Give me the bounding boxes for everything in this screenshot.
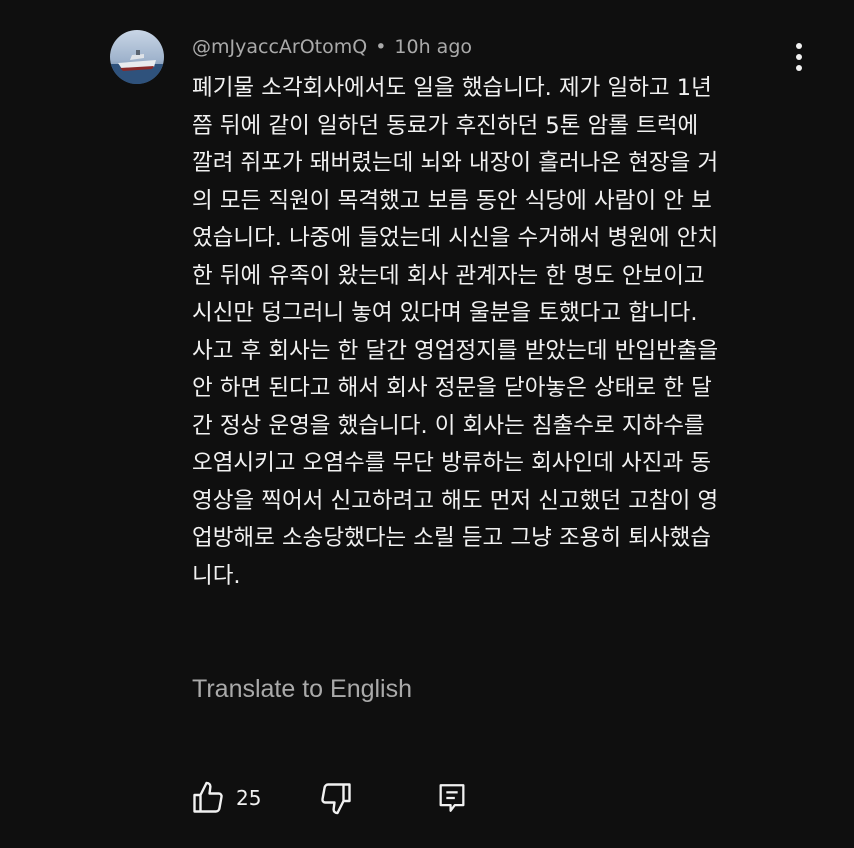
comment-header: @mJyaccArOtomQ • 10h ago	[192, 34, 472, 60]
avatar[interactable]	[110, 30, 164, 84]
reply-comment-icon	[439, 784, 465, 812]
ship-avatar-image	[110, 30, 164, 84]
dislike-button[interactable]	[318, 776, 354, 820]
more-actions-button[interactable]	[788, 40, 810, 74]
thumbs-up-icon	[193, 781, 223, 813]
translate-button[interactable]: Translate to English	[192, 672, 412, 706]
author-name[interactable]: @mJyaccArOtomQ	[192, 36, 367, 58]
meta-separator: •	[375, 36, 387, 58]
like-count: 25	[236, 786, 262, 810]
comment-thread: @mJyaccArOtomQ • 10h ago 폐기물 소각회사에서도 일을 했습…	[0, 0, 854, 848]
like-button[interactable]: 25	[190, 776, 261, 820]
reply-button[interactable]	[435, 776, 469, 820]
comment-timestamp[interactable]: 10h ago	[394, 36, 472, 58]
comment-text: 폐기물 소각회사에서도 일을 했습니다. 제가 일하고 1년 쯤 뒤에 같이 일…	[192, 75, 719, 589]
thumbs-down-icon	[321, 783, 351, 815]
